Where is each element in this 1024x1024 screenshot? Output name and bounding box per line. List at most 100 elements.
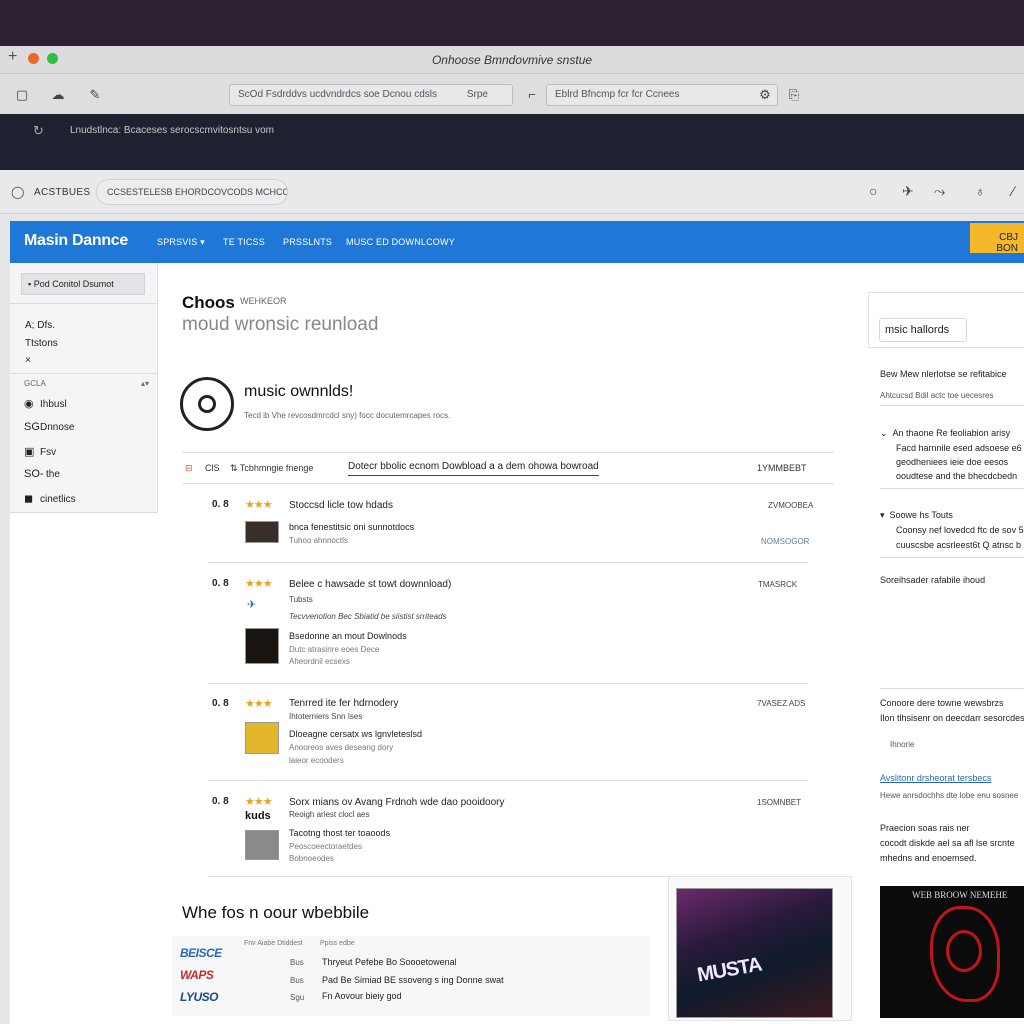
row-meta: TMASRCK (758, 580, 798, 589)
mini-side-label: Bus (290, 976, 304, 985)
row-title[interactable]: Belee c hawsade st towt downnload) (289, 579, 451, 590)
right-panel-section-title[interactable]: ▾ Soowe hs Touts (880, 510, 953, 521)
table-header-link[interactable]: Dotecr bbolic ecnom Dowbload a a dem oho… (348, 461, 599, 476)
divider (880, 488, 1024, 489)
search-icon[interactable]: ○ (869, 183, 877, 199)
right-panel-heading: Soreihsader rafabile ihoud (880, 575, 986, 585)
copy-icon[interactable]: ⎘ (786, 87, 802, 103)
sidebar-sort-control[interactable]: ▴▾ (141, 379, 149, 388)
row-title[interactable]: Tenrred ite fer hdrnodery (289, 698, 399, 709)
gear-icon[interactable]: ⚙ (757, 87, 773, 103)
so-icon: SO- (24, 468, 44, 480)
album-thumbnail[interactable] (245, 830, 279, 860)
nav-item-1[interactable]: SPRSVIS ▾ (157, 237, 205, 248)
album-thumbnail[interactable] (245, 628, 279, 664)
rating-stars[interactable]: ★★★ (245, 498, 273, 511)
nav-item-2[interactable]: TE TICSS (223, 237, 265, 247)
row-score: 0. 8 (212, 499, 229, 510)
mini-row-text[interactable]: Pad Be Simiad BE ssoveng s ing Donne swa… (322, 975, 504, 985)
pen-icon[interactable]: ✎ (87, 87, 103, 103)
share-icon[interactable]: ⤳ (934, 183, 945, 200)
cloud-icon[interactable]: ☁ (50, 87, 66, 103)
right-panel-section-title[interactable]: ⌄ An thaone Re feoliabion arisy (880, 428, 1010, 439)
notification-bar: ↻ Lnudstlnca: Bcaceses serocscmvitosntsu… (0, 114, 1024, 170)
pin-icon[interactable]: ✈ (902, 183, 914, 200)
row-tag: Reoigh ariest clocl aes (289, 810, 370, 819)
sidebar-item-5[interactable]: ◼ cinetlics (24, 492, 76, 505)
album-thumbnail[interactable] (245, 521, 279, 543)
rating-stars[interactable]: ★★★ (245, 795, 273, 808)
download-icon[interactable]: ⌐ (524, 87, 540, 102)
mini-list-header-2: Ppiss edbe (320, 940, 355, 947)
sidebar-item-2[interactable]: SGDnnose (24, 421, 74, 433)
divider (208, 562, 808, 563)
album-thumbnail[interactable] (245, 722, 279, 754)
table-header-col2[interactable]: ⇅ Tcbhmngie fnenge (230, 463, 313, 474)
sidebar-item-1[interactable]: ◉ Ihbusl (24, 397, 67, 410)
sidebar-section-label: GCLA (24, 379, 46, 388)
row-subtitle-2: Dutc atrasinre eoes Dece (289, 645, 380, 654)
right-panel-text: ooudtese and the bhecdcbedn (896, 471, 1018, 481)
sidebar-item-3[interactable]: ▣ Fsv (24, 445, 56, 458)
row-subtitle: Tacotng thost ter toaoods (289, 828, 391, 838)
sidebar-plain-item-1[interactable]: A; Dfs. (25, 320, 55, 331)
mini-logo[interactable]: BEISCE (180, 946, 222, 960)
divider (208, 683, 808, 684)
row-title[interactable]: Sorx mians ov Avang Frdnoh wde dao pooid… (289, 797, 505, 808)
sidebar-header[interactable]: ▪ Pod Conitol Dsumot (21, 273, 145, 295)
box-icon: ▣ (24, 446, 35, 458)
row-score: 0. 8 (212, 578, 229, 589)
site-header: Masin Dannce SPRSVIS ▾ TE TICSS PRSSLNTS… (10, 221, 1024, 263)
sidebar-close-item[interactable]: × (25, 355, 31, 366)
right-panel-small-chip[interactable]: Ihnorie (890, 740, 914, 749)
sidebar-item-label: Dnnose (40, 422, 75, 433)
row-logo-text: kuds (245, 810, 271, 822)
row-subtitle-2: Peoscoeectoraetdes (289, 842, 362, 851)
site-badge-button[interactable]: CBJ BON (970, 223, 1024, 254)
site-logo[interactable]: Masin Dannce (24, 232, 128, 250)
address-bar-left[interactable]: ScOd Fsdrddvs ucdvndrdcs soe Dcnou cdsls… (229, 84, 513, 106)
sidebar-header-label: Pod Conitol Dsumot (33, 279, 114, 289)
address-left-text: ScOd Fsdrddvs ucdvndrdcs soe Dcnou cdsls (238, 89, 437, 100)
featured-album-art[interactable]: MUSTA (676, 888, 833, 1018)
page-subtitle: moud wronsic reunload (182, 314, 379, 335)
nav-item-4[interactable]: MUSC ED DOWNLCOWY (346, 237, 455, 247)
circle-icon[interactable]: ◯ (11, 185, 24, 199)
nav-item-3[interactable]: PRSSLNTS (283, 237, 332, 247)
mini-logo[interactable]: WAPS (180, 968, 214, 982)
right-panel-line: Bew Mew nlerlotse se refitabice (880, 369, 1007, 379)
square-icon[interactable]: ▢ (14, 87, 30, 103)
refresh-icon[interactable]: ↻ (33, 123, 44, 139)
row-meta: 1SOMNBET (757, 798, 802, 807)
right-panel-link[interactable]: Avslitonr drsheorat tersbecs (880, 773, 991, 783)
right-panel-album-art[interactable]: WEB BROOW NEMEHE (880, 886, 1024, 1018)
rating-stars[interactable]: ★★★ (245, 577, 273, 590)
sg-icon: SG (24, 421, 40, 433)
table-header-col1[interactable]: ClS (205, 463, 220, 473)
divider (208, 876, 668, 877)
row-link[interactable]: NOMSOGOR (761, 537, 809, 546)
row-subtitle-2: Anooreos aves deseang dory (289, 743, 394, 752)
profile-icon[interactable]: ♁ (975, 183, 986, 199)
table-header-col2-label: Tcbhmngie fnenge (239, 463, 314, 473)
table-header-col4[interactable]: 1YMMBEBT (757, 463, 807, 473)
right-panel-chip[interactable]: msic hallords (879, 318, 967, 342)
menu-icon[interactable]: ∕ (1012, 183, 1014, 199)
sidebar-plain-item-2[interactable]: Ttstons (25, 338, 58, 349)
feature-subtitle: Tecd ib Vhe revcosdmrcdcl sny) focc docu… (244, 411, 451, 420)
sidebar-item-4[interactable]: SO-the (24, 468, 60, 480)
rating-stars[interactable]: ★★★ (245, 697, 273, 710)
active-tab[interactable]: CCSESTELESB EHORDCOVCODS MCHCOEE › (96, 179, 288, 205)
address-bar-right[interactable]: Eblrd Bfncmp fcr fcr Ccnees (546, 84, 778, 106)
row-tag: Ihtoterniers Snn Ises (289, 712, 363, 721)
mini-row-text[interactable]: Fn Aovour bieiy god (322, 991, 402, 1001)
mini-row-text[interactable]: Thryeut Pefebe Bo Soooetowenal (322, 957, 457, 967)
page-title-tag: WEHKEOR (240, 296, 287, 306)
mini-logo[interactable]: LYUSO (180, 990, 218, 1004)
row-title[interactable]: Stoccsd licle tow hdads (289, 500, 393, 511)
page-title: Choos (182, 293, 235, 312)
row-score: 0. 8 (212, 698, 229, 709)
right-panel-text: cocodt diskde ael sa afl lse srcnte (880, 838, 1015, 848)
address-right-text: Eblrd Bfncmp fcr fcr Ccnees (555, 89, 680, 100)
divider (880, 405, 1024, 406)
